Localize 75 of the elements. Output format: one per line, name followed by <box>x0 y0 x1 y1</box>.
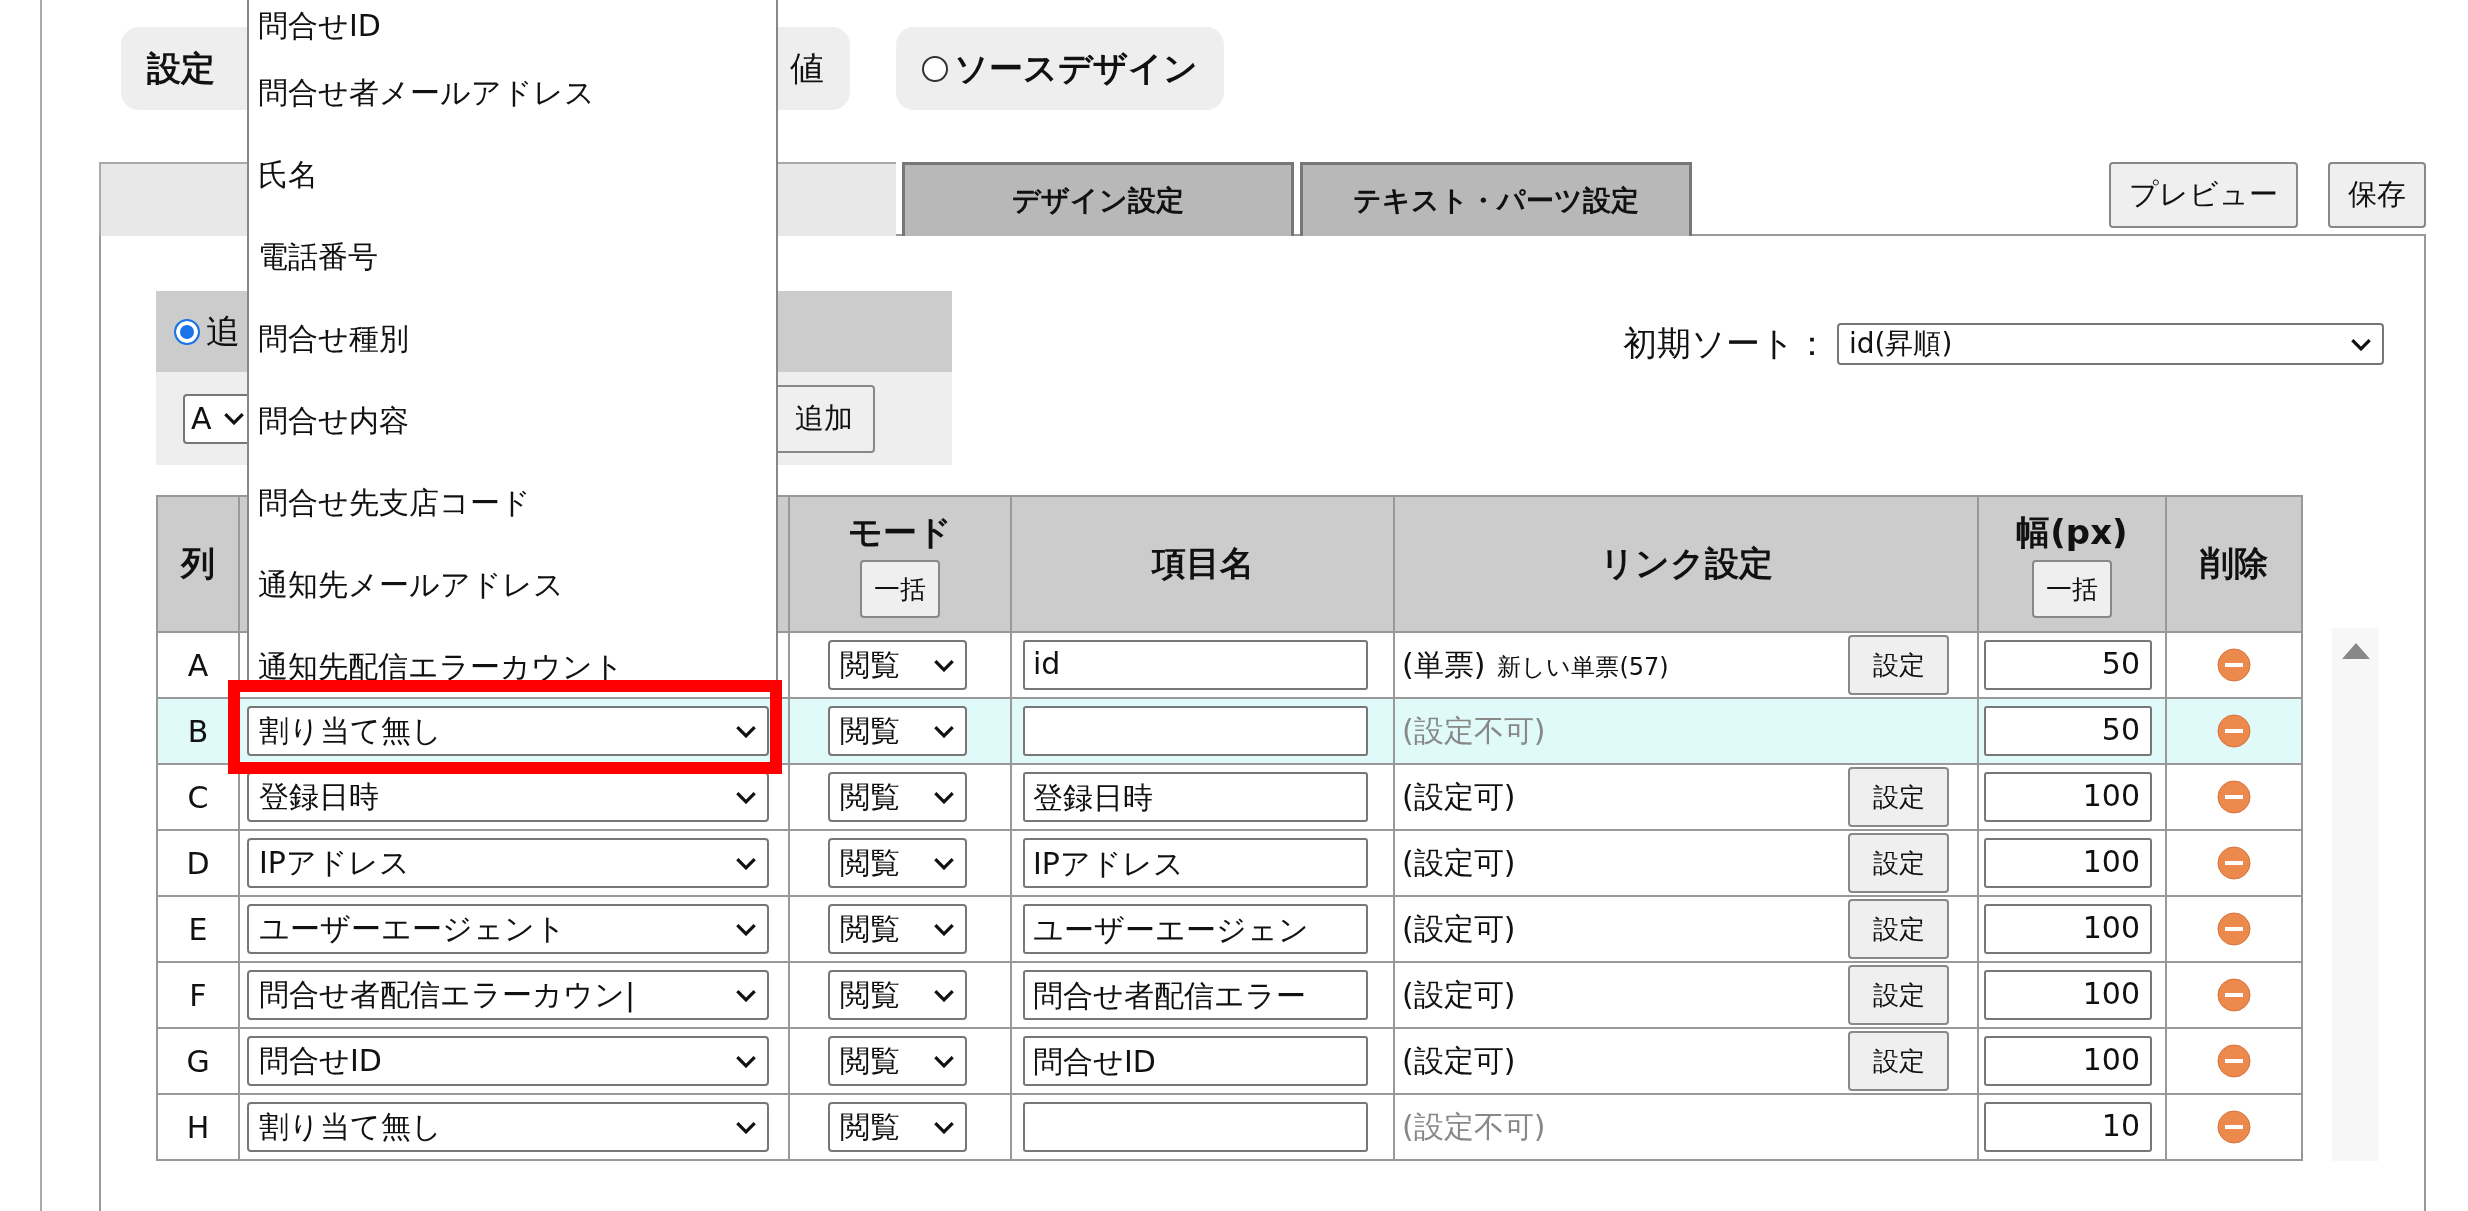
table-cell: H <box>157 1094 239 1160</box>
name-field[interactable]: id <box>1023 640 1368 690</box>
item-select[interactable]: IPアドレス <box>247 838 769 888</box>
link-status: (設定可) <box>1402 843 1516 882</box>
table-cell: C <box>157 764 239 830</box>
dropdown-option[interactable]: 問合せ先支店コード <box>249 462 776 544</box>
tab[interactable]: デザイン設定 <box>902 162 1294 236</box>
width-field[interactable]: 100 <box>1984 904 2152 954</box>
settings-button[interactable]: 設定 <box>1848 635 1949 695</box>
tab[interactable]: テキスト・パーツ設定 <box>1300 162 1692 236</box>
action-button[interactable]: プレビュー <box>2109 162 2298 228</box>
name-field[interactable]: 問合せID <box>1023 1036 1368 1086</box>
dropdown-option[interactable]: 通知先配信エラーカウント <box>249 626 776 680</box>
item-select[interactable]: 割り当て無し <box>247 706 769 756</box>
link-status: (設定不可) <box>1402 712 1546 748</box>
table-cell: E <box>157 896 239 962</box>
name-field[interactable]: 問合せ者配信エラー <box>1023 970 1368 1020</box>
settings-button[interactable]: 設定 <box>1848 1031 1949 1091</box>
bulk-button[interactable]: 一括 <box>860 560 940 618</box>
width-field[interactable]: 10 <box>1984 1102 2152 1152</box>
sort-select[interactable]: id(昇順) <box>1837 323 2384 365</box>
item-select[interactable]: 問合せID <box>247 1036 769 1086</box>
width-field[interactable]: 100 <box>1984 970 2152 1020</box>
link-status: (設定不可) <box>1402 1108 1546 1144</box>
column-header: 幅(px) <box>2016 511 2128 554</box>
mode-select[interactable]: 閲覧 <box>828 970 967 1020</box>
sort-label: 初期ソート： <box>1623 322 1829 365</box>
name-field[interactable]: ユーザーエージェン <box>1023 904 1368 954</box>
item-select[interactable]: 問合せ者配信エラーカウン| <box>247 970 769 1020</box>
link-status: (単票) 新しい単票(57) <box>1402 645 1669 684</box>
dropdown-option[interactable]: 問合せID <box>249 0 776 52</box>
dropdown-option[interactable]: 電話番号 <box>249 216 776 298</box>
action-button[interactable]: 保存 <box>2328 162 2426 228</box>
width-field[interactable]: 100 <box>1984 838 2152 888</box>
width-field[interactable]: 100 <box>1984 772 2152 822</box>
mode-option-label: 値 <box>790 46 824 90</box>
mode-select[interactable]: 閲覧 <box>828 772 967 822</box>
link-status: (設定可) <box>1402 777 1516 816</box>
name-field[interactable]: 登録日時 <box>1023 772 1368 822</box>
mode-select[interactable]: 閲覧 <box>828 640 967 690</box>
settings-button[interactable]: 設定 <box>1848 899 1949 959</box>
column-header: 項目名 <box>1011 496 1394 632</box>
width-field[interactable]: 50 <box>1984 640 2152 690</box>
mode-select[interactable]: 閲覧 <box>828 1036 967 1086</box>
link-status: (設定可) <box>1402 1041 1516 1080</box>
source-design-option[interactable]: ソースデザイン <box>896 27 1224 110</box>
column-header: モード <box>848 511 952 554</box>
table-cell: D <box>157 830 239 896</box>
settings-button[interactable]: 設定 <box>1848 965 1949 1025</box>
dropdown-option[interactable]: 問合せ者メールアドレス <box>249 52 776 134</box>
mode-option-label: 設定 <box>147 46 215 90</box>
table-cell: G <box>157 1028 239 1094</box>
dropdown-option[interactable]: 氏名 <box>249 134 776 216</box>
column-header: 列 <box>157 496 239 632</box>
width-field[interactable]: 100 <box>1984 1036 2152 1086</box>
mode-select[interactable]: 閲覧 <box>828 838 967 888</box>
item-select[interactable]: ユーザーエージェント <box>247 904 769 954</box>
dropdown-option[interactable]: 問合せ種別 <box>249 298 776 380</box>
section-label: 追 <box>206 309 240 353</box>
column-header: リンク設定 <box>1394 496 1978 632</box>
item-select[interactable]: 登録日時 <box>247 772 769 822</box>
dropdown-option[interactable]: 通知先メールアドレス <box>249 544 776 626</box>
mode-select[interactable]: 閲覧 <box>828 1102 967 1152</box>
link-status: (設定可) <box>1402 975 1516 1014</box>
bulk-button[interactable]: 一括 <box>2032 560 2112 618</box>
settings-button[interactable]: 設定 <box>1848 833 1949 893</box>
mode-select[interactable]: 閲覧 <box>828 904 967 954</box>
link-status: (設定可) <box>1402 909 1516 948</box>
width-field[interactable]: 50 <box>1984 706 2152 756</box>
item-select[interactable]: 割り当て無し <box>247 1102 769 1152</box>
mode-select[interactable]: 閲覧 <box>828 706 967 756</box>
settings-button[interactable]: 設定 <box>1848 767 1949 827</box>
name-field[interactable]: IPアドレス <box>1023 838 1368 888</box>
table-cell: F <box>157 962 239 1028</box>
column-header: 削除 <box>2166 496 2302 632</box>
